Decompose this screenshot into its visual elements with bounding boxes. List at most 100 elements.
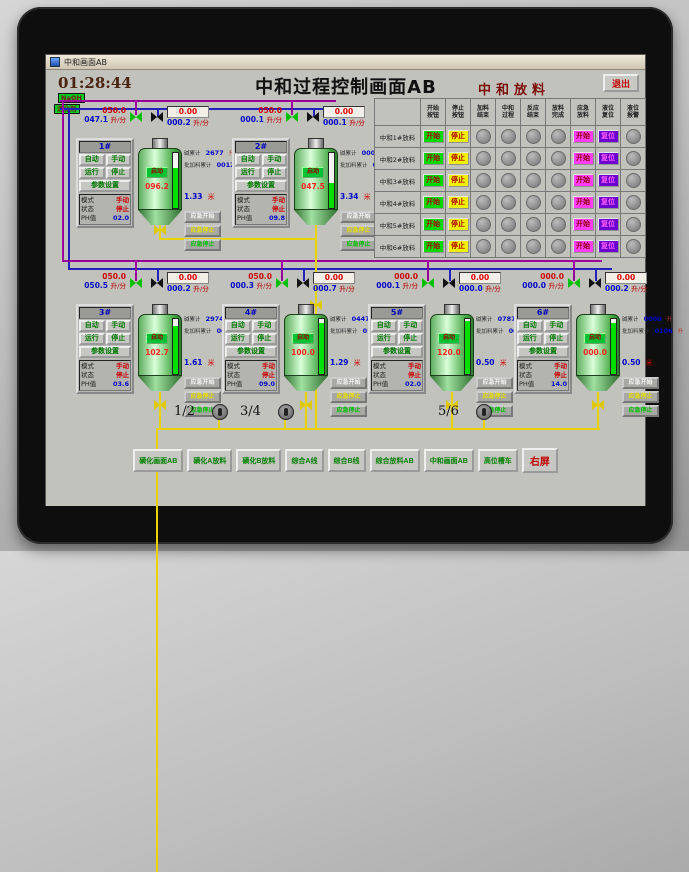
stop-button[interactable]: 停止 [447,130,469,143]
emergency-discharge-button[interactable]: 开始 [572,196,594,209]
emergency-stop-button[interactable]: 应急停止 [340,225,377,237]
param-settings-button[interactable]: 参数设置 [225,346,277,358]
run-button[interactable]: 运行 [517,333,543,345]
inlet-valve-icon[interactable] [130,112,142,122]
tank-start-button[interactable]: 启动 [146,333,168,344]
emergency-stop-button[interactable]: 应急停止 [184,391,221,403]
emergency-stop-button[interactable]: 应急停止 [330,391,367,403]
manual-button[interactable]: 手动 [105,154,131,166]
emergency-start-button[interactable]: 应急开始 [476,377,513,389]
auto-button[interactable]: 自动 [79,320,105,332]
emergency-stop-button[interactable]: 应急停止 [184,225,221,237]
run-button[interactable]: 运行 [79,167,105,179]
stop-button[interactable]: 停止 [447,174,469,187]
nav-button-5[interactable]: 综合放料AB [369,449,420,472]
run-button[interactable]: 运行 [235,167,261,179]
stop-button[interactable]: 停止 [251,333,277,345]
nav-button-1[interactable]: 磺化A放料 [187,449,233,472]
pump-icon-5-6[interactable] [476,404,492,420]
param-settings-button[interactable]: 参数设置 [517,346,569,358]
param-settings-button[interactable]: 参数设置 [371,346,423,358]
inlet-valve-icon[interactable] [422,278,434,288]
auto-button[interactable]: 自动 [371,320,397,332]
start-button[interactable]: 开始 [422,240,444,253]
feed-valve-icon[interactable] [443,278,455,288]
auto-button[interactable]: 自动 [517,320,543,332]
tank-start-button[interactable]: 启动 [292,333,314,344]
emergency-stop-button[interactable]: 应急停止 [476,391,513,403]
stop-button[interactable]: 停止 [447,152,469,165]
stop-button[interactable]: 停止 [447,196,469,209]
feed-valve-icon[interactable] [151,278,163,288]
run-button[interactable]: 运行 [79,333,105,345]
start-button[interactable]: 开始 [422,218,444,231]
level-reset-button[interactable]: 复位 [597,174,619,187]
level-reset-button[interactable]: 复位 [597,152,619,165]
run-button[interactable]: 运行 [225,333,251,345]
emergency-discharge-button[interactable]: 开始 [572,130,594,143]
level-reset-button[interactable]: 复位 [597,196,619,209]
manual-button[interactable]: 手动 [397,320,423,332]
stop-button[interactable]: 停止 [447,218,469,231]
emergency-start-button[interactable]: 应急开始 [622,377,659,389]
manual-button[interactable]: 手动 [543,320,569,332]
emergency-stop-indicator[interactable]: 应急停止 [340,239,377,251]
exit-button[interactable]: 退出 [603,74,639,92]
emergency-discharge-button[interactable]: 开始 [572,240,594,253]
feed-valve-icon[interactable] [589,278,601,288]
emergency-start-button[interactable]: 应急开始 [184,377,221,389]
emergency-discharge-button[interactable]: 开始 [572,174,594,187]
start-button[interactable]: 开始 [422,196,444,209]
tank-start-button[interactable]: 启动 [146,167,168,178]
nav-button-6[interactable]: 中和画面AB [423,449,474,472]
tank-start-button[interactable]: 启动 [302,167,324,178]
emergency-discharge-button[interactable]: 开始 [572,152,594,165]
stop-button[interactable]: 停止 [105,333,131,345]
inlet-valve-icon[interactable] [568,278,580,288]
stop-button[interactable]: 停止 [105,167,131,179]
level-reset-button[interactable]: 复位 [597,130,619,143]
stop-button[interactable]: 停止 [447,240,469,253]
stop-button[interactable]: 停止 [261,167,287,179]
start-button[interactable]: 开始 [422,174,444,187]
nav-button-3[interactable]: 综合A线 [285,449,324,472]
nav-button-4[interactable]: 综合B线 [327,449,366,472]
auto-button[interactable]: 自动 [235,154,261,166]
manual-button[interactable]: 手动 [251,320,277,332]
nav-button-7[interactable]: 高位槽车 [477,449,518,472]
pump-icon-3-4[interactable] [278,404,294,420]
param-settings-button[interactable]: 参数设置 [235,180,287,192]
manual-button[interactable]: 手动 [105,320,131,332]
stop-button[interactable]: 停止 [543,333,569,345]
start-button[interactable]: 开始 [422,152,444,165]
nav-button-0[interactable]: 磺化画面AB [133,449,184,472]
emergency-start-button[interactable]: 应急开始 [330,377,367,389]
emergency-stop-indicator[interactable]: 应急停止 [184,239,221,251]
emergency-start-button[interactable]: 应急开始 [184,211,221,223]
inlet-valve-icon[interactable] [286,112,298,122]
stop-button[interactable]: 停止 [397,333,423,345]
emergency-stop-indicator[interactable]: 应急停止 [622,405,659,417]
level-reset-button[interactable]: 复位 [597,218,619,231]
start-button[interactable]: 开始 [422,130,444,143]
right-screen-button[interactable]: 右屏 [521,448,558,473]
auto-button[interactable]: 自动 [225,320,251,332]
tank-start-button[interactable]: 启动 [438,333,460,344]
auto-button[interactable]: 自动 [79,154,105,166]
level-reset-button[interactable]: 复位 [597,240,619,253]
run-button[interactable]: 运行 [371,333,397,345]
feed-valve-icon[interactable] [151,112,163,122]
emergency-stop-indicator[interactable]: 应急停止 [330,405,367,417]
emergency-stop-button[interactable]: 应急停止 [622,391,659,403]
feed-valve-icon[interactable] [297,278,309,288]
param-settings-button[interactable]: 参数设置 [79,346,131,358]
param-settings-button[interactable]: 参数设置 [79,180,131,192]
tank-start-button[interactable]: 启动 [584,333,606,344]
pump-icon-1-2[interactable] [212,404,228,420]
emergency-discharge-button[interactable]: 开始 [572,218,594,231]
manual-button[interactable]: 手动 [261,154,287,166]
feed-valve-icon[interactable] [307,112,319,122]
inlet-valve-icon[interactable] [276,278,288,288]
inlet-valve-icon[interactable] [130,278,142,288]
nav-button-2[interactable]: 磺化B放料 [236,449,282,472]
